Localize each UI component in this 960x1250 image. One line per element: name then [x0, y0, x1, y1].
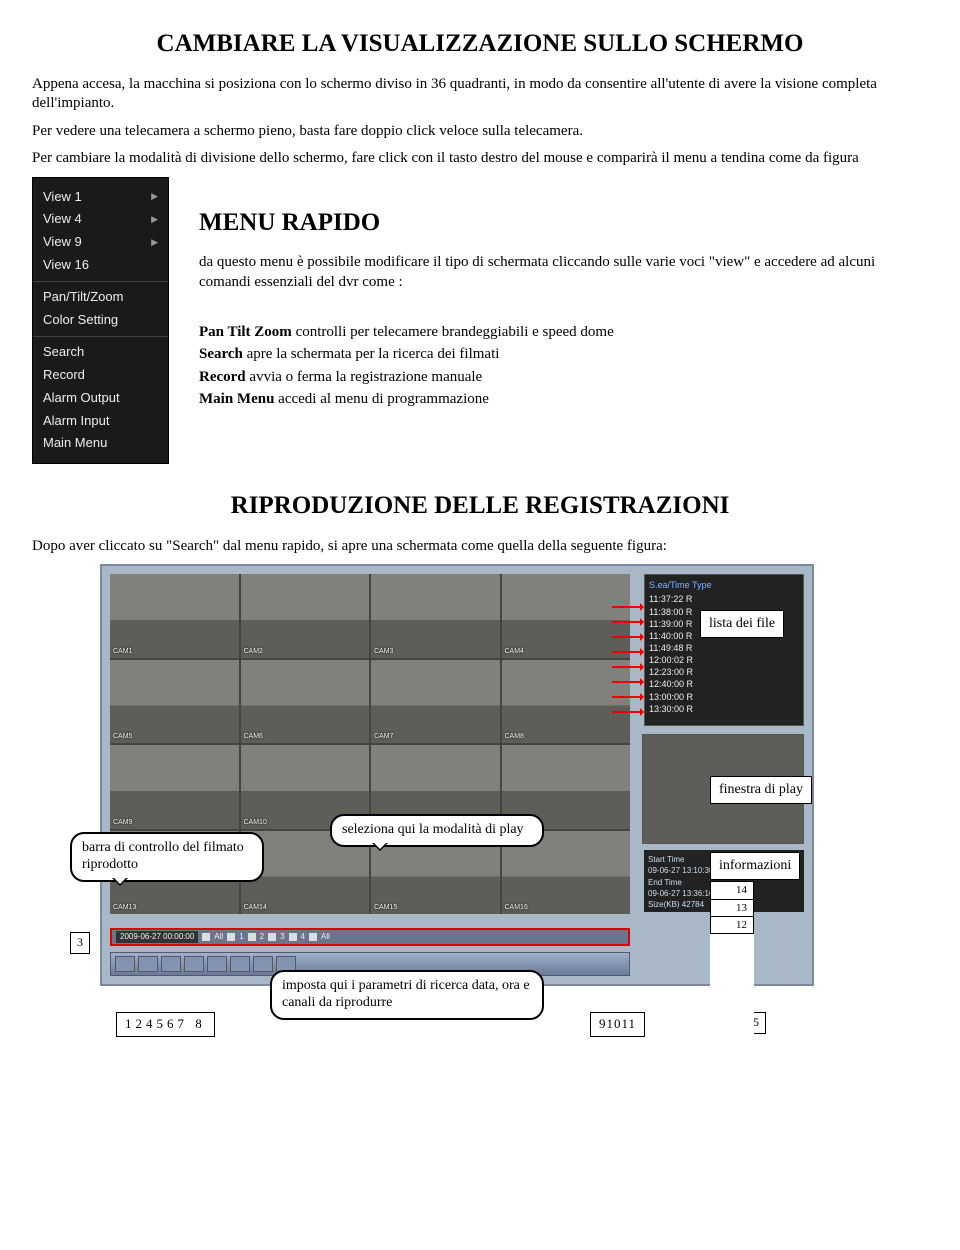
ctx-item-search[interactable]: Search [33, 341, 168, 364]
desc-ptz: Pan Tilt Zoom controlli per telecamere b… [199, 323, 928, 343]
pause-button[interactable] [161, 956, 181, 972]
checkbox-all[interactable] [202, 933, 210, 941]
ctx-item-view9[interactable]: View 9▶ [33, 231, 168, 254]
callout-arrows-filelist [612, 594, 642, 714]
file-list-item[interactable]: 12:23:00 R [649, 666, 799, 678]
menu-rapido-desc: da questo menu è possibile modificare il… [199, 253, 928, 292]
file-list-item[interactable]: 12:00:02 R [649, 654, 799, 666]
riproduzione-title: RIPRODUZIONE DELLE REGISTRAZIONI [32, 490, 928, 523]
callout-numbers-left: 124567 8 [116, 1012, 215, 1037]
chevron-right-icon: ▶ [151, 237, 158, 249]
desc-main-menu: Main Menu accedi al menu di programmazio… [199, 390, 928, 410]
ctx-item-alarm-input[interactable]: Alarm Input [33, 410, 168, 433]
ctx-item-alarm-output[interactable]: Alarm Output [33, 387, 168, 410]
desc-search: Search apre la schermata per la ricerca … [199, 345, 928, 365]
search-params-bar[interactable]: 2009-06-27 00:00:00 All 1 2 3 4 All [110, 928, 630, 946]
callout-play-window: finestra di play [710, 776, 812, 804]
intro-paragraph-2: Per vedere una telecamera a schermo pien… [32, 122, 928, 142]
file-list-item[interactable]: 11:37:22 R [649, 593, 799, 605]
camera-cell [110, 745, 239, 829]
context-menu-screenshot: View 1▶ View 4▶ View 9▶ View 16 Pan/Tilt… [32, 177, 169, 465]
callout-numbers-mid: 91011 [590, 1012, 645, 1037]
page-title: CAMBIARE LA VISUALIZZAZIONE SULLO SCHERM… [32, 28, 928, 61]
next-frame-button[interactable] [253, 956, 273, 972]
file-list-panel: S.ea/Time Type 11:37:22 R11:38:00 R11:39… [644, 574, 804, 726]
camera-cell [371, 660, 500, 744]
ctx-item-main-menu[interactable]: Main Menu [33, 432, 168, 455]
camera-cell [241, 660, 370, 744]
camera-cell [371, 574, 500, 658]
ctx-item-record[interactable]: Record [33, 364, 168, 387]
file-list-item[interactable]: 13:00:00 R [649, 691, 799, 703]
speech-barra-controllo: barra di controllo del filmato riprodott… [70, 832, 264, 882]
intro-paragraph-3: Per cambiare la modalità di divisione de… [32, 149, 928, 169]
file-list-header: S.ea/Time Type [649, 579, 799, 591]
camera-cell [241, 574, 370, 658]
ctx-item-color[interactable]: Color Setting [33, 309, 168, 332]
camera-cell [502, 660, 631, 744]
file-list-item[interactable]: 11:49:48 R [649, 642, 799, 654]
ctx-item-view1[interactable]: View 1▶ [33, 186, 168, 209]
file-list-item[interactable]: 13:30:00 R [649, 703, 799, 715]
stop-button[interactable] [138, 956, 158, 972]
camera-cell [110, 574, 239, 658]
ctx-item-view4[interactable]: View 4▶ [33, 208, 168, 231]
desc-record: Record avvia o ferma la registrazione ma… [199, 368, 928, 388]
checkbox-chall[interactable] [309, 933, 317, 941]
speech-modalita-play: seleziona qui la modalità di play [330, 814, 544, 847]
intro-paragraph-1: Appena accesa, la macchina si posiziona … [32, 75, 928, 114]
ctx-item-ptz[interactable]: Pan/Tilt/Zoom [33, 286, 168, 309]
fast-button[interactable] [207, 956, 227, 972]
checkbox-ch4[interactable] [289, 933, 297, 941]
speech-parametri-ricerca: imposta qui i parametri di ricerca data,… [270, 970, 544, 1020]
checkbox-ch2[interactable] [248, 933, 256, 941]
ctx-item-view16[interactable]: View 16 [33, 254, 168, 277]
callout-file-list: lista dei file [700, 610, 784, 638]
checkbox-ch1[interactable] [227, 933, 235, 941]
callout-info: informazioni [710, 852, 800, 880]
prev-frame-button[interactable] [230, 956, 250, 972]
callout-side-numbers: 14 13 12 [710, 882, 754, 1040]
date-field[interactable]: 2009-06-27 00:00:00 [116, 931, 198, 943]
checkbox-ch3[interactable] [268, 933, 276, 941]
chevron-right-icon: ▶ [151, 191, 158, 203]
camera-cell [502, 574, 631, 658]
file-list-item[interactable]: 12:40:00 R [649, 678, 799, 690]
riproduzione-desc: Dopo aver cliccato su "Search" dal menu … [32, 537, 928, 557]
callout-number-3: 3 [70, 932, 90, 954]
chevron-right-icon: ▶ [151, 214, 158, 226]
menu-rapido-title: MENU RAPIDO [199, 207, 928, 240]
play-button[interactable] [115, 956, 135, 972]
slow-button[interactable] [184, 956, 204, 972]
camera-cell [110, 660, 239, 744]
